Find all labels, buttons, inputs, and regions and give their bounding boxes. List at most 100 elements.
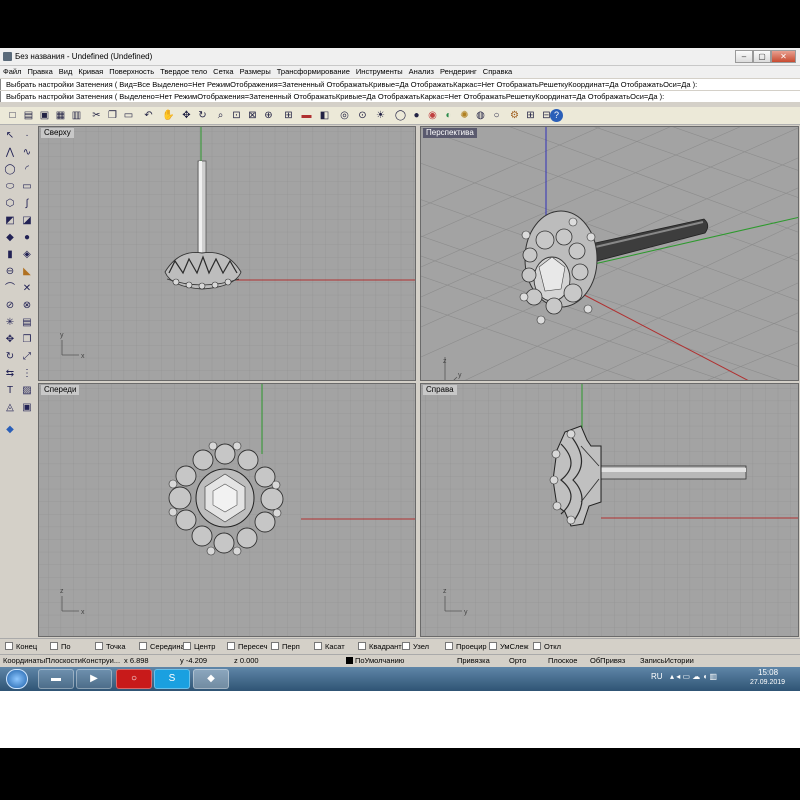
status-cplane[interactable]: КоординатыПлоскостиКонструи... (3, 656, 120, 666)
shaded-icon[interactable]: ● (410, 109, 423, 122)
material-icon[interactable]: ◐ (442, 109, 455, 122)
viewport-perspective-title[interactable]: Перспектива (423, 128, 477, 138)
osnap-perp[interactable]: Перп (271, 642, 300, 651)
osnap-knot-checkbox[interactable] (402, 642, 410, 650)
copy-icon[interactable]: ❐ (106, 109, 119, 122)
viewport-top[interactable]: y x Сверху (38, 126, 416, 381)
circle-icon[interactable]: ◯ (3, 163, 17, 177)
menu-solid[interactable]: Твердое тело (157, 66, 210, 78)
mesh-icon[interactable]: ◈ (20, 248, 34, 262)
select-arrow-icon[interactable]: ↖ (3, 129, 17, 143)
close-button[interactable]: ✕ (771, 50, 796, 63)
menu-file[interactable]: Файл (0, 66, 24, 78)
help-icon[interactable]: ? (550, 109, 563, 122)
tray-language[interactable]: RU (651, 672, 663, 681)
osnap-mid-checkbox[interactable] (139, 642, 147, 650)
command-prompt[interactable]: Выбрать настройки Затенения ( Выделено=Н… (0, 91, 800, 102)
minimize-button[interactable]: – (735, 50, 753, 63)
task-rhino[interactable]: ◆ (193, 669, 229, 689)
save-icon[interactable]: ▣ (38, 109, 51, 122)
status-layer[interactable]: ПоУмолчанию (346, 656, 404, 666)
osnap-knot[interactable]: Узел (402, 642, 429, 651)
group-icon[interactable]: ▤ (20, 316, 34, 330)
undo-icon[interactable]: ↶ (142, 109, 155, 122)
viewport-front-title[interactable]: Спереди (41, 385, 80, 395)
tray-time[interactable]: 15:08 (758, 668, 778, 677)
options-icon[interactable]: ⚙ (508, 109, 521, 122)
rotate-tool-icon[interactable]: ↻ (3, 350, 17, 364)
freeform-icon[interactable]: ∫ (20, 197, 34, 211)
arc-icon[interactable]: ◜ (20, 163, 34, 177)
viewport-right[interactable]: z y Справа (420, 383, 799, 637)
grid-icon[interactable]: ⊞ (524, 109, 537, 122)
render-icon[interactable]: ✺ (458, 109, 471, 122)
split-icon[interactable]: ⊘ (3, 299, 17, 313)
osnap-disable-checkbox[interactable] (533, 642, 541, 650)
ellipse-icon[interactable]: ⬭ (3, 180, 17, 194)
open-icon[interactable]: ▤ (22, 109, 35, 122)
tray-date[interactable]: 27.09.2019 (750, 679, 785, 686)
zoom-extents-icon[interactable]: ⊠ (246, 109, 259, 122)
array-tool-icon[interactable]: ⋮ (20, 367, 34, 381)
mirror-tool-icon[interactable]: ⇆ (3, 367, 17, 381)
menu-help[interactable]: Справка (480, 66, 515, 78)
menu-edit[interactable]: Правка (24, 66, 55, 78)
environment-icon[interactable]: ◍ (474, 109, 487, 122)
rotate-view-icon[interactable]: ↻ (196, 109, 209, 122)
osnap-center-checkbox[interactable] (183, 642, 191, 650)
zoom-window-icon[interactable]: ⊡ (230, 109, 243, 122)
box-icon[interactable]: ◆ (3, 231, 17, 245)
menu-transform[interactable]: Трансформирование (274, 66, 353, 78)
rendered-icon[interactable]: ◉ (426, 109, 439, 122)
text-tool-icon[interactable]: T (3, 384, 17, 398)
select-icon[interactable]: ◎ (338, 109, 351, 122)
sphere-solid-icon[interactable]: ● (20, 231, 34, 245)
paste-icon[interactable]: ▭ (122, 109, 135, 122)
hatch-tool-icon[interactable]: ▨ (20, 384, 34, 398)
osnap-project-checkbox[interactable] (445, 642, 453, 650)
viewport-right-title[interactable]: Справа (423, 385, 457, 395)
status-history[interactable]: ЗаписьИстории (640, 656, 694, 666)
cut-icon[interactable]: ✂ (90, 109, 103, 122)
osnap-end-checkbox[interactable] (5, 642, 13, 650)
polygon-icon[interactable]: ⬡ (3, 197, 17, 211)
osnap-quad[interactable]: Квадрант (358, 642, 402, 651)
osnap-perp-checkbox[interactable] (271, 642, 279, 650)
cylinder-icon[interactable]: ▮ (3, 248, 17, 262)
osnap-project[interactable]: Проецир (445, 642, 487, 651)
polyline-icon[interactable]: ⋀ (3, 146, 17, 160)
osnap-point-checkbox[interactable] (95, 642, 103, 650)
cube-tool-icon[interactable]: ◆ (3, 423, 17, 437)
status-planar[interactable]: Плоское (548, 656, 577, 666)
point-icon[interactable]: · (20, 129, 34, 143)
print-icon[interactable]: ▦ (54, 109, 67, 122)
viewport-top-title[interactable]: Сверху (41, 128, 74, 138)
scale-tool-icon[interactable]: ⤢ (20, 350, 34, 364)
osnap-mid[interactable]: Середина (139, 642, 185, 651)
pan-icon[interactable]: ✋ (162, 109, 175, 122)
sphere-icon[interactable]: ○ (490, 109, 503, 122)
task-opera[interactable]: ○ (116, 669, 152, 689)
join-icon[interactable]: ⊗ (20, 299, 34, 313)
menu-render[interactable]: Рендеринг (437, 66, 480, 78)
move-tool-icon[interactable]: ✥ (3, 333, 17, 347)
light-icon[interactable]: ☀ (374, 109, 387, 122)
osnap-near[interactable]: По (50, 642, 71, 651)
fillet-icon[interactable]: ⌒ (3, 282, 17, 296)
menu-tools[interactable]: Инструменты (353, 66, 406, 78)
osnap-tan-checkbox[interactable] (314, 642, 322, 650)
curve-icon[interactable]: ∿ (20, 146, 34, 160)
move-icon[interactable]: ✥ (180, 109, 193, 122)
rectangle-icon[interactable]: ▭ (20, 180, 34, 194)
maximize-button[interactable]: ▢ (753, 50, 771, 63)
osnap-tan[interactable]: Касат (314, 642, 345, 651)
osnap-point[interactable]: Точка (95, 642, 126, 651)
render-tool-icon[interactable]: ▣ (20, 401, 34, 415)
osnap-center[interactable]: Центр (183, 642, 215, 651)
zoom-icon[interactable]: ⌕ (214, 109, 227, 122)
properties-icon[interactable]: ⊙ (356, 109, 369, 122)
zoom-selected-icon[interactable]: ⊕ (262, 109, 275, 122)
osnap-near-checkbox[interactable] (50, 642, 58, 650)
menu-view[interactable]: Вид (56, 66, 76, 78)
surface-icon[interactable]: ◩ (3, 214, 17, 228)
